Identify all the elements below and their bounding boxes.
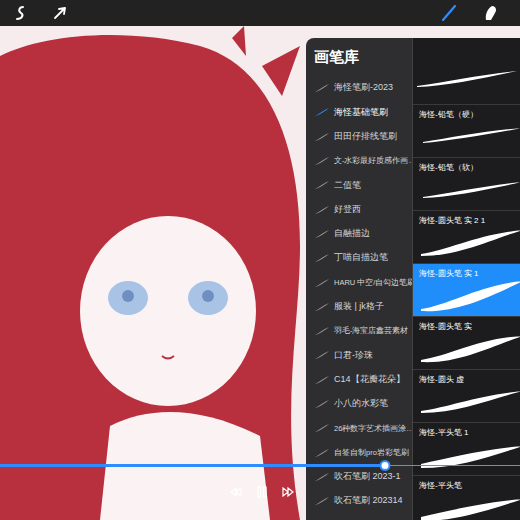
brush-set-item[interactable]: HARU 中空/自勾边笔刷 [306, 270, 412, 294]
brush-item[interactable]: 海怪-平头笔 [413, 476, 520, 520]
brush-set-item[interactable]: 好登西 [306, 197, 412, 221]
brush-set-icon [314, 205, 330, 215]
brush-list-column: 海怪-铅笔（硬）海怪-铅笔（软）海怪-圆头笔 实 2 1海怪-圆头笔 实 1海怪… [412, 38, 520, 520]
brush-item[interactable]: 海怪-铅笔（软） [413, 158, 520, 211]
brush-item[interactable]: 海怪-铅笔（硬） [413, 105, 520, 158]
brush-set-icon [314, 180, 330, 190]
brush-set-icon [314, 399, 330, 409]
brush-item-partial [413, 38, 520, 105]
panel-title: 画笔库 [306, 38, 412, 76]
brush-set-item[interactable]: 自签自制pro岩彩笔刷 [306, 440, 412, 464]
brush-set-icon [314, 448, 330, 458]
brush-set-icon [314, 496, 330, 506]
brush-set-item[interactable]: 26种数字艺术插画涂… [306, 416, 412, 440]
brush-stroke-preview-icon [413, 62, 519, 96]
brush-set-icon [314, 132, 330, 142]
brush-set-icon [314, 423, 330, 433]
brush-stroke-preview-icon [419, 438, 520, 472]
brush-set-icon [314, 83, 330, 93]
brush-set-item[interactable]: 自融描边 [306, 222, 412, 246]
brush-stroke-preview-icon [419, 279, 520, 313]
brush-set-icon [314, 350, 330, 360]
brush-set-item[interactable]: 二值笔 [306, 173, 412, 197]
brush-tool-icon[interactable] [440, 4, 458, 22]
brush-stroke-preview-icon [419, 173, 520, 207]
brush-set-icon [314, 472, 330, 482]
brush-stroke-preview-icon [419, 226, 520, 260]
procreate-screen: 画笔库海怪笔刷-2023海怪基础笔刷田田仔排线笔刷文-水彩最好质感作画…二值笔好… [0, 0, 520, 520]
brush-set-item[interactable]: 吹石笔刷 202314 [306, 489, 412, 513]
brush-stroke-preview-icon [419, 385, 520, 419]
brush-set-icon [314, 229, 330, 239]
modify-wrench-icon[interactable] [12, 5, 28, 21]
brush-set-item[interactable]: 文-水彩最好质感作画… [306, 149, 412, 173]
brush-set-icon [314, 302, 330, 312]
brush-stroke-preview-icon [419, 332, 520, 366]
brush-item[interactable]: 海怪-圆头笔 实 2 1 [413, 211, 520, 264]
step-back-icon[interactable] [228, 484, 244, 500]
brush-set-icon [314, 253, 330, 263]
brush-stroke-preview-icon [419, 491, 520, 520]
brush-set-item[interactable]: 海怪基础笔刷 [306, 100, 412, 124]
timeline-knob[interactable] [379, 460, 390, 471]
brush-set-icon [314, 326, 330, 336]
brush-item[interactable]: 海怪-平头笔 1 [413, 423, 520, 476]
brush-set-icon [314, 156, 330, 166]
brush-set-item[interactable]: C14【花瓣花朵】 [306, 368, 412, 392]
brush-set-item[interactable]: 丁喵自描边笔 [306, 246, 412, 270]
brush-item[interactable]: 海怪-圆头笔 实 [413, 317, 520, 370]
brush-set-item[interactable]: 吹石笔刷 2023-1 [306, 465, 412, 489]
brush-set-item[interactable]: 口君-珍珠 [306, 343, 412, 367]
brush-set-item[interactable]: 海怪笔刷-2023 [306, 76, 412, 100]
step-forward-icon[interactable] [280, 484, 296, 500]
top-toolbar [0, 0, 520, 26]
brush-set-icon [314, 278, 330, 288]
brush-set-icon [314, 375, 330, 385]
brush-set-icon [314, 107, 330, 117]
smudge-tool-icon[interactable] [482, 4, 500, 22]
brush-set-item[interactable]: 服装 | jk格子 [306, 295, 412, 319]
brush-library-panel: 画笔库海怪笔刷-2023海怪基础笔刷田田仔排线笔刷文-水彩最好质感作画…二值笔好… [306, 38, 520, 520]
brush-item[interactable]: 海怪-圆头 虚 [413, 370, 520, 423]
playback-controls [228, 484, 296, 500]
pause-icon[interactable] [254, 484, 270, 500]
brush-set-item[interactable]: 田田仔排线笔刷 [306, 125, 412, 149]
brush-set-item[interactable]: 羽毛-海宝店鑫芸素材 [306, 319, 412, 343]
selection-arrow-icon[interactable] [52, 5, 68, 21]
timeline-scrubber[interactable] [0, 463, 520, 469]
brush-item[interactable]: 海怪-圆头笔 实 1 [413, 264, 520, 317]
brush-stroke-preview-icon [419, 120, 520, 154]
brush-set-item[interactable]: 小八的水彩笔 [306, 392, 412, 416]
brush-set-column: 画笔库海怪笔刷-2023海怪基础笔刷田田仔排线笔刷文-水彩最好质感作画…二值笔好… [306, 38, 412, 520]
